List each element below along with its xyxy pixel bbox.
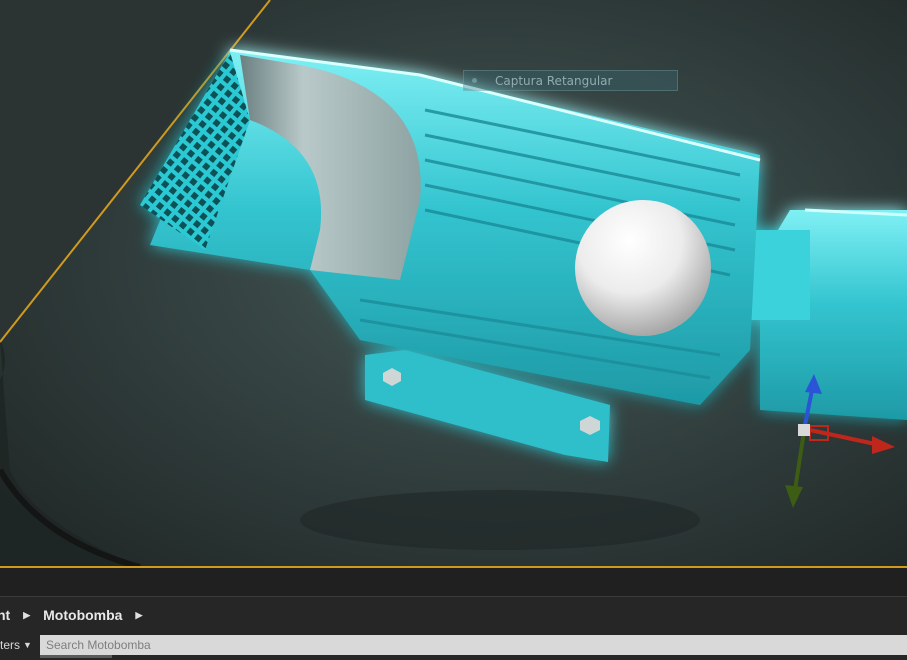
- panel-divider-strip: [0, 568, 907, 596]
- gizmo-center[interactable]: [798, 424, 810, 436]
- coupling: [750, 230, 810, 320]
- search-input[interactable]: [40, 635, 907, 655]
- chevron-right-icon[interactable]: ▶: [23, 610, 30, 621]
- content-browser-panel: nt ▶ Motobomba ▶ ters ▼: [0, 596, 907, 660]
- chevron-right-icon[interactable]: ▶: [135, 610, 142, 621]
- tooltip-text: Captura Retangular: [495, 73, 613, 88]
- sphere-actor[interactable]: [575, 200, 711, 336]
- search-progress-bar: [40, 655, 112, 658]
- breadcrumb: nt ▶ Motobomba ▶: [0, 605, 155, 625]
- caret-down-icon: ▼: [23, 640, 32, 650]
- breadcrumb-item-parent[interactable]: nt: [0, 607, 10, 623]
- filters-button[interactable]: ters ▼: [0, 638, 32, 652]
- tooltip-bullet-icon: [472, 78, 477, 83]
- viewport-tooltip: Captura Retangular: [463, 70, 678, 91]
- filters-label: ters: [0, 638, 21, 652]
- motor-shadow: [300, 490, 700, 550]
- breadcrumb-item-motobomba[interactable]: Motobomba: [43, 607, 122, 623]
- level-viewport[interactable]: Captura Retangular: [0, 0, 907, 567]
- viewport-scene[interactable]: [0, 0, 907, 567]
